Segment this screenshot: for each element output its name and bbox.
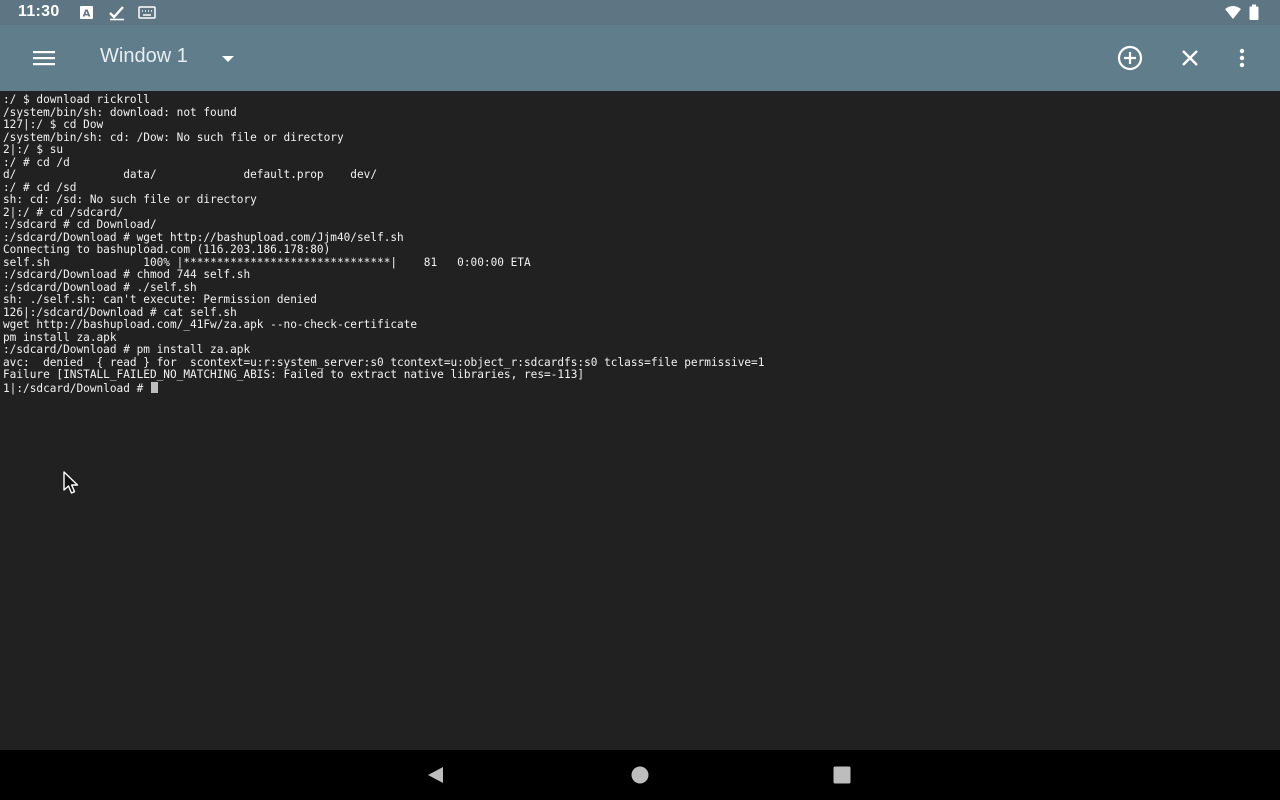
back-icon[interactable] [424, 763, 448, 787]
close-icon[interactable] [1175, 43, 1205, 73]
wifi-icon [1224, 4, 1242, 21]
terminal-view[interactable]: :/ $ download rickroll /system/bin/sh: d… [0, 91, 1280, 750]
terminal-line: /system/bin/sh: download: not found [3, 105, 237, 119]
status-time: 11:30 [18, 3, 60, 20]
home-icon[interactable] [628, 763, 652, 787]
terminal-prompt-line[interactable]: 1|:/sdcard/Download # [3, 381, 764, 395]
terminal-line: sh: cd: /sd: No such file or directory [3, 193, 257, 206]
terminal-output: :/ $ download rickroll /system/bin/sh: d… [3, 93, 764, 395]
keyboard-icon [138, 4, 156, 21]
terminal-line: wget http://bashupload.com/_41Fw/za.apk … [3, 318, 418, 331]
terminal-line: Connecting to bashupload.com (116.203.18… [3, 243, 331, 256]
menu-icon[interactable] [22, 42, 68, 74]
terminal-line: :/sdcard/Download # pm install za.apk [3, 343, 251, 356]
text-cursor [150, 381, 158, 393]
terminal-line: :/ $ download rickroll [3, 93, 150, 106]
svg-text:A: A [83, 9, 91, 20]
terminal-line: d/ data/ default.prop dev/ [3, 168, 378, 181]
navigation-bar [0, 750, 1280, 800]
window-title[interactable]: Window 1 [100, 45, 188, 68]
terminal-line: /system/bin/sh: cd: /Dow: No such file o… [3, 130, 344, 144]
terminal-line: 2|:/ $ su [3, 143, 64, 156]
terminal-line: sh: ./self.sh: can't execute: Permission… [3, 293, 317, 306]
add-circle-icon[interactable] [1115, 43, 1145, 73]
a-icon: A [78, 4, 96, 21]
terminal-line: :/sdcard/Download # chmod 744 self.sh [3, 268, 251, 281]
terminal-line: Failure [INSTALL_FAILED_NO_MATCHING_ABIS… [3, 368, 585, 381]
mouse-pointer-icon [62, 470, 82, 496]
terminal-line: :/sdcard # cd Download/ [3, 218, 157, 231]
battery-icon [1248, 4, 1260, 21]
terminal-line: 127|:/ $ cd Dow [3, 118, 104, 131]
more-vert-icon[interactable] [1227, 43, 1257, 73]
recents-icon[interactable] [830, 763, 854, 787]
dropdown-arrow-icon[interactable] [216, 46, 240, 70]
status-bar: 11:30 A [0, 0, 1280, 25]
app-bar: Window 1 [0, 25, 1280, 91]
terminal-prompt: 1|:/sdcard/Download # [3, 381, 150, 395]
check-icon [108, 4, 126, 21]
